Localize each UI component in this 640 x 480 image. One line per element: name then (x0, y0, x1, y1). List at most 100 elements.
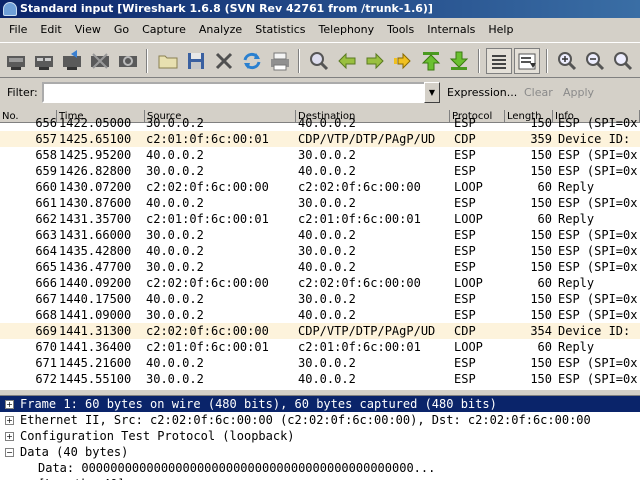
cell-dst: 30.0.0.2 (298, 244, 356, 258)
zoom-normal-icon[interactable] (610, 48, 636, 74)
cell-proto: ESP (454, 228, 476, 242)
collapse-icon[interactable]: − (5, 448, 14, 457)
filter-label: Filter: (7, 86, 38, 99)
cell-proto: LOOP (454, 212, 483, 226)
menu-telephony[interactable]: Telephony (310, 20, 379, 40)
zoom-in-icon[interactable] (554, 48, 580, 74)
detail-tree-item[interactable]: Data: 0000000000000000000000000000000000… (0, 460, 640, 476)
detail-tree-item[interactable]: − Data (40 bytes) (0, 444, 640, 460)
cell-len: 150 (530, 308, 552, 322)
close-file-icon[interactable] (211, 48, 237, 74)
go-last-icon[interactable] (446, 48, 472, 74)
table-row[interactable]: 663 1431.66000 30.0.0.2 40.0.0.2 ESP 150 ESP (… (0, 227, 640, 243)
print-icon[interactable] (267, 48, 293, 74)
autoscroll-icon[interactable] (514, 48, 540, 74)
table-row[interactable]: 662 1431.35700 c2:01:0f:6c:00:01 c2:01:0f:6… (0, 211, 640, 227)
cell-time: 1445.55100 (59, 372, 132, 386)
cell-no: 668 (35, 308, 57, 322)
menu-analyze[interactable]: Analyze (190, 20, 246, 40)
table-row[interactable]: 656 1422.05000 30.0.0.2 40.0.0.2 ESP 150 ESP (… (0, 115, 640, 131)
menu-internals[interactable]: Internals (418, 20, 479, 40)
cell-no: 660 (35, 180, 57, 194)
table-row[interactable]: 668 1441.09000 30.0.0.2 40.0.0.2 ESP 150 ESP (… (0, 307, 640, 323)
pane-splitter[interactable] (0, 389, 640, 396)
cell-no: 669 (35, 324, 57, 338)
start-capture-icon[interactable] (59, 48, 85, 74)
find-packet-icon[interactable] (306, 48, 332, 74)
menu-tools[interactable]: Tools (378, 20, 418, 40)
go-first-icon[interactable] (418, 48, 444, 74)
cell-proto: LOOP (454, 180, 483, 194)
detail-tree-item[interactable]: [Length: 40] (0, 476, 640, 480)
detail-tree-item[interactable]: + Ethernet II, Src: c2:02:0f:6c:00:00 (c2… (0, 412, 640, 428)
cell-dst: 30.0.0.2 (298, 292, 356, 306)
go-forward-icon[interactable] (362, 48, 388, 74)
window-title: Standard input [Wireshark 1.6.8 (SVN Rev… (20, 2, 433, 15)
cell-len: 60 (537, 276, 552, 290)
apply-button[interactable]: Apply (563, 86, 594, 99)
expand-icon[interactable]: + (5, 416, 14, 425)
table-row[interactable]: 667 1440.17500 40.0.0.2 30.0.0.2 ESP 150 ESP (… (0, 291, 640, 307)
menu-bar: File Edit View Go Capture Analyze Statistics Te… (0, 20, 640, 40)
menu-go[interactable]: Go (105, 20, 133, 40)
packet-list[interactable]: No. Time Source Destination Protocol Len… (0, 110, 640, 389)
save-file-icon[interactable] (183, 48, 209, 74)
cell-time: 1431.35700 (59, 212, 132, 226)
open-file-icon[interactable] (155, 48, 181, 74)
menu-view[interactable]: View (66, 20, 105, 40)
table-row[interactable]: 665 1436.47700 30.0.0.2 40.0.0.2 ESP 150 ESP (… (0, 259, 640, 275)
interface-list-icon[interactable] (3, 48, 29, 74)
stop-capture-icon[interactable] (87, 48, 113, 74)
cell-time: 1431.66000 (59, 228, 132, 242)
menu-capture[interactable]: Capture (133, 20, 190, 40)
table-row[interactable]: 670 1441.36400 c2:01:0f:6c:00:01 c2:01:0f:6… (0, 339, 640, 355)
table-row[interactable]: 658 1425.95200 40.0.0.2 30.0.0.2 ESP 150 ESP (… (0, 147, 640, 163)
restart-capture-icon[interactable] (115, 48, 141, 74)
cell-no: 662 (35, 212, 57, 226)
table-row[interactable]: 657 1425.65100 c2:01:0f:6c:00:01 CDP/VTP/DT… (0, 131, 640, 147)
cell-src: 40.0.0.2 (146, 292, 204, 306)
cell-src: 30.0.0.2 (146, 372, 204, 386)
table-row[interactable]: 659 1426.82800 30.0.0.2 40.0.0.2 ESP 150 ESP (… (0, 163, 640, 179)
go-back-icon[interactable] (334, 48, 360, 74)
cell-proto: ESP (454, 244, 476, 258)
table-row[interactable]: 666 1440.09200 c2:02:0f:6c:00:00 c2:02:0f:6… (0, 275, 640, 291)
expand-icon[interactable]: + (5, 400, 14, 409)
cell-no: 671 (35, 356, 57, 370)
cell-no: 658 (35, 148, 57, 162)
main-toolbar (0, 42, 640, 78)
cell-len: 150 (530, 196, 552, 210)
cell-src: c2:02:0f:6c:00:00 (146, 180, 269, 194)
capture-options-icon[interactable] (31, 48, 57, 74)
cell-dst: CDP/VTP/DTP/PAgP/UD (298, 324, 436, 338)
menu-edit[interactable]: Edit (31, 20, 65, 40)
packet-rows: 656 1422.05000 30.0.0.2 40.0.0.2 ESP 150 ESP (… (0, 115, 640, 387)
reload-icon[interactable] (239, 48, 265, 74)
cell-src: 40.0.0.2 (146, 148, 204, 162)
expand-icon[interactable]: + (5, 432, 14, 441)
table-row[interactable]: 660 1430.07200 c2:02:0f:6c:00:00 c2:02:0f:6… (0, 179, 640, 195)
cell-len: 354 (530, 324, 552, 338)
table-row[interactable]: 664 1435.42800 40.0.0.2 30.0.0.2 ESP 150 ESP (… (0, 243, 640, 259)
table-row[interactable]: 669 1441.31300 c2:02:0f:6c:00:00 CDP/VTP/DT… (0, 323, 640, 339)
colorize-icon[interactable] (486, 48, 512, 74)
detail-tree-item[interactable]: + Frame 1: 60 bytes on wire (480 bits), 6… (0, 396, 640, 412)
expression-button[interactable]: Expression... (447, 86, 517, 99)
display-filter-input[interactable] (42, 82, 427, 103)
clear-button[interactable]: Clear (524, 86, 553, 99)
zoom-out-icon[interactable] (582, 48, 608, 74)
go-to-packet-icon[interactable] (390, 48, 416, 74)
menu-file[interactable]: File (0, 20, 31, 40)
cell-proto: ESP (454, 356, 476, 370)
table-row[interactable]: 672 1445.55100 30.0.0.2 40.0.0.2 ESP 150 ESP (… (0, 371, 640, 387)
menu-help[interactable]: Help (479, 20, 517, 40)
cell-src: c2:02:0f:6c:00:00 (146, 324, 269, 338)
menu-statistics[interactable]: Statistics (246, 20, 309, 40)
packet-details-tree[interactable]: + Frame 1: 60 bytes on wire (480 bits), 6… (0, 396, 640, 480)
detail-tree-item[interactable]: + Configuration Test Protocol (loopback) (0, 428, 640, 444)
cell-info: ESP (SPI=0x (558, 196, 638, 210)
table-row[interactable]: 671 1445.21600 40.0.0.2 30.0.0.2 ESP 150 ESP (… (0, 355, 640, 371)
filter-dropdown-button[interactable]: ▼ (424, 82, 440, 103)
table-row[interactable]: 661 1430.87600 40.0.0.2 30.0.0.2 ESP 150 ESP (… (0, 195, 640, 211)
cell-no: 656 (35, 116, 57, 130)
